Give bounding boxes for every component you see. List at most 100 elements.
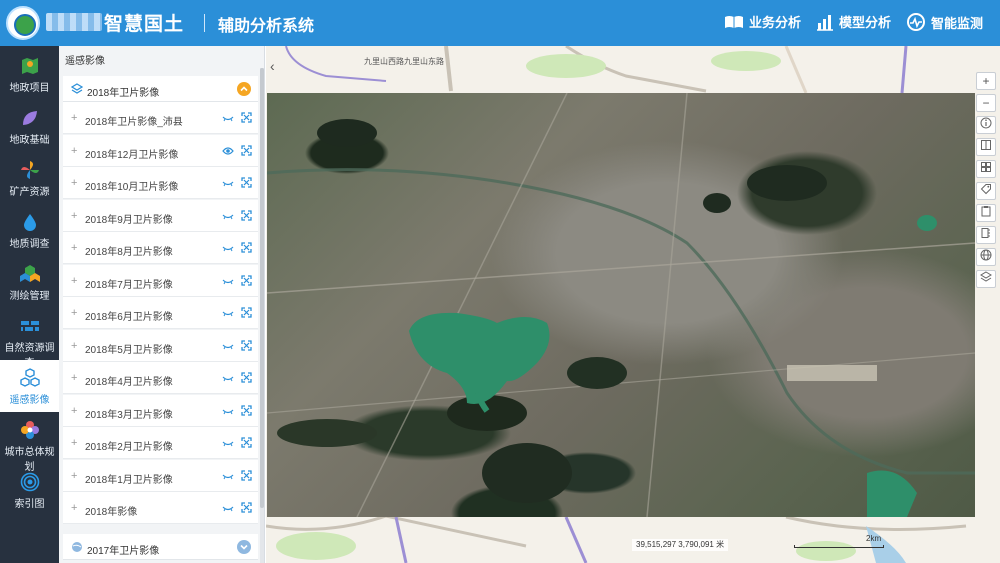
expand-plus-icon[interactable]: + [71, 437, 77, 449]
layer-row[interactable]: +2018年8月卫片影像 [63, 232, 258, 264]
sidebar-item-land-basics[interactable]: 地政基础 [0, 100, 59, 152]
zoom-to-layer-icon[interactable] [241, 274, 252, 289]
eye-closed-icon[interactable] [222, 211, 234, 224]
layer-label: 2018年2月卫片影像 [85, 442, 173, 453]
sidebar-item-index-map[interactable]: 索引图 [0, 464, 59, 516]
layer-row[interactable]: +2018年10月卫片影像 [63, 167, 258, 199]
layer-row[interactable]: +2018年9月卫片影像 [63, 199, 258, 232]
sidebar-item-surveying-management[interactable]: 测绘管理 [0, 256, 59, 308]
layer-row[interactable]: +2018年5月卫片影像 [63, 329, 258, 362]
scrollbar-thumb[interactable] [260, 68, 264, 508]
layer-row[interactable]: +2018年12月卫片影像 [63, 134, 258, 167]
zoom-to-layer-icon[interactable] [241, 112, 252, 126]
expand-plus-icon[interactable]: + [71, 210, 77, 222]
eye-closed-icon[interactable] [222, 373, 234, 386]
zoom-to-layer-icon[interactable] [241, 502, 252, 516]
layer-row[interactable]: +2018年6月卫片影像 [63, 297, 258, 329]
globe-button[interactable] [976, 248, 996, 266]
zoom-to-layer-icon[interactable] [241, 469, 252, 484]
layer-label: 2018年5月卫片影像 [85, 344, 173, 356]
eye-closed-icon[interactable] [222, 438, 234, 451]
collapse-panel-icon[interactable]: ‹ [270, 58, 282, 74]
app-title: 智慧国土 [104, 14, 185, 35]
eye-closed-icon[interactable] [222, 308, 234, 321]
eye-closed-icon[interactable] [222, 503, 234, 516]
eye-closed-icon[interactable] [222, 113, 234, 126]
measure-button[interactable] [976, 226, 996, 244]
nav-label: 业务分析 [749, 15, 802, 30]
eye-closed-icon[interactable] [222, 341, 234, 354]
expand-plus-icon[interactable]: + [71, 470, 77, 482]
sidebar-item-natural-resource-survey[interactable]: 自然资源调查 [0, 308, 59, 369]
lake-shape [409, 312, 550, 413]
layer-row[interactable]: +2018年卫片影像_沛县 [63, 102, 258, 134]
nav-smart-monitor[interactable]: 智能监测 [906, 12, 983, 32]
layer-row[interactable]: +2018年7月卫片影像 [63, 264, 258, 297]
expand-plus-icon[interactable]: + [71, 307, 77, 319]
expand-plus-icon[interactable]: + [71, 340, 77, 352]
zoom-to-layer-icon[interactable] [241, 242, 252, 256]
clipboard-icon [981, 206, 991, 217]
logo-icon [6, 6, 40, 40]
zoom-in-button[interactable]: + [976, 72, 996, 90]
sidebar-item-mineral-resources[interactable]: 矿产资源 [0, 152, 59, 204]
layer-group-2018[interactable]: 2018年卫片影像 [63, 76, 258, 102]
pinwheel-icon [20, 161, 39, 179]
sidebar-item-geo-survey[interactable]: 地质调查 [0, 204, 59, 256]
sidebar-item-label: 矿产资源 [9, 187, 50, 198]
coordinate-readout: 39,515,297 3,790,091 米 [632, 539, 729, 551]
zoom-to-layer-icon[interactable] [241, 404, 252, 419]
tag-button[interactable] [976, 182, 996, 200]
zoom-to-layer-icon[interactable] [241, 437, 252, 451]
group-label: 2018年卫片影像 [87, 88, 160, 99]
panel-scrollbar[interactable] [260, 68, 264, 563]
eye-closed-icon[interactable] [222, 243, 234, 256]
expand-plus-icon[interactable]: + [71, 145, 77, 157]
expand-toggle-icon[interactable] [237, 540, 251, 554]
ruler-icon [981, 228, 990, 238]
eye-closed-icon[interactable] [222, 471, 234, 484]
eye-closed-icon[interactable] [222, 276, 234, 289]
layer-group-2017[interactable]: 2017年卫片影像 [63, 534, 258, 560]
eye-closed-icon[interactable] [222, 406, 234, 419]
grid-view-button[interactable] [976, 160, 996, 178]
zoom-to-layer-icon[interactable] [241, 372, 252, 386]
sidebar-item-land-projects[interactable]: 地政项目 [0, 48, 59, 100]
sidebar-item-label: 测绘管理 [9, 291, 50, 302]
info-button[interactable] [976, 116, 996, 134]
zoom-to-layer-icon[interactable] [241, 177, 252, 191]
split-view-button[interactable] [976, 138, 996, 156]
layer-row[interactable]: +2018年影像 [63, 492, 258, 524]
zoom-out-button[interactable]: − [976, 94, 996, 112]
expand-plus-icon[interactable]: + [71, 405, 77, 417]
nav-business-analysis[interactable]: 业务分析 [724, 12, 801, 31]
layer-row[interactable]: +2018年3月卫片影像 [63, 394, 258, 427]
layers-button[interactable] [976, 270, 996, 288]
zoom-to-layer-icon[interactable] [241, 209, 252, 224]
expand-plus-icon[interactable]: + [71, 112, 77, 124]
eye-open-icon[interactable] [222, 146, 234, 159]
layer-label: 2018年影像 [85, 507, 138, 518]
layer-row[interactable]: +2018年1月卫片影像 [63, 459, 258, 492]
layer-row[interactable]: +2018年4月卫片影像 [63, 362, 258, 394]
zoom-to-layer-icon[interactable] [241, 339, 252, 354]
layer-label: 2018年卫片影像_沛县 [85, 117, 183, 128]
nav-model-analysis[interactable]: 模型分析 [816, 12, 891, 31]
expand-plus-icon[interactable]: + [71, 502, 77, 514]
map-view[interactable]: 九里山西路九里山东路 ‹ + − 39,515,297 3,790,091 米 … [266, 46, 1000, 563]
layer-row[interactable]: +2018年2月卫片影像 [63, 427, 258, 459]
layer-label: 2018年7月卫片影像 [85, 279, 173, 291]
top-header: 智慧国土 辅助分析系统 业务分析 模型分析 智能监测 [0, 0, 1000, 46]
expand-plus-icon[interactable]: + [71, 372, 77, 384]
zoom-to-layer-icon[interactable] [241, 307, 252, 321]
zoom-to-layer-icon[interactable] [241, 144, 252, 159]
expand-plus-icon[interactable]: + [71, 275, 77, 287]
expand-plus-icon[interactable]: + [71, 177, 77, 189]
sidebar-item-city-master-plan[interactable]: 城市总体规划 [0, 412, 59, 473]
eye-closed-icon[interactable] [222, 178, 234, 191]
sidebar-item-remote-sensing[interactable]: 遥感影像 [0, 360, 59, 412]
sidebar-item-label: 索引图 [14, 499, 45, 510]
clipboard-button[interactable] [976, 204, 996, 222]
collapse-toggle-icon[interactable] [237, 82, 251, 96]
expand-plus-icon[interactable]: + [71, 242, 77, 254]
